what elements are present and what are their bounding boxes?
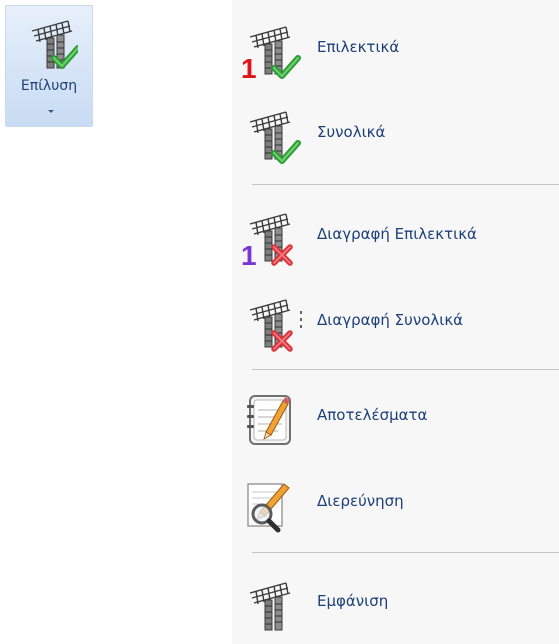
- solve-dropdown-menu: 1 Επιλεκτικά Συνολικά 1 Διαγραφή Επιλεκτ…: [232, 0, 559, 644]
- menu-item-label: Αποτελέσματα: [317, 406, 428, 424]
- dropdown-arrow-icon[interactable]: [48, 110, 54, 113]
- menu-item-solve-all[interactable]: Συνολικά: [232, 101, 559, 169]
- show-frame-icon: [249, 582, 291, 631]
- delete-all-icon: [249, 299, 302, 353]
- svg-text:1: 1: [241, 53, 257, 80]
- solve-check-icon: [31, 20, 78, 72]
- menu-item-label: Εμφάνιση: [317, 592, 389, 610]
- menu-item-show[interactable]: Εμφάνιση: [232, 570, 559, 638]
- menu-item-results[interactable]: Αποτελέσματα: [232, 384, 559, 452]
- menu-item-solve-selective[interactable]: 1 Επιλεκτικά: [232, 16, 559, 84]
- results-notebook-icon: [247, 395, 291, 445]
- investigation-magnifier-icon: [247, 483, 290, 533]
- solve-all-icon: [249, 111, 306, 165]
- delete-selective-icon: 1: [241, 213, 306, 267]
- menu-item-investigation[interactable]: Διερεύνηση: [232, 470, 559, 538]
- menu-item-label: Συνολικά: [317, 123, 386, 141]
- menu-separator: [252, 184, 559, 185]
- menu-item-delete-selective[interactable]: 1 Διαγραφή Επιλεκτικά: [232, 203, 559, 271]
- solve-split-button[interactable]: Επίλυση: [5, 5, 93, 127]
- menu-item-delete-all[interactable]: Διαγραφή Συνολικά: [232, 289, 559, 357]
- solve-selective-icon: 1: [241, 26, 306, 80]
- svg-text:1: 1: [241, 240, 257, 267]
- menu-separator: [252, 552, 559, 553]
- menu-item-label: Επιλεκτικά: [317, 38, 400, 56]
- solve-button-label: Επίλυση: [20, 78, 78, 94]
- menu-item-label: Διερεύνηση: [317, 492, 404, 510]
- menu-item-label: Διαγραφή Επιλεκτικά: [317, 225, 477, 243]
- menu-separator: [252, 369, 559, 370]
- menu-item-label: Διαγραφή Συνολικά: [317, 311, 464, 329]
